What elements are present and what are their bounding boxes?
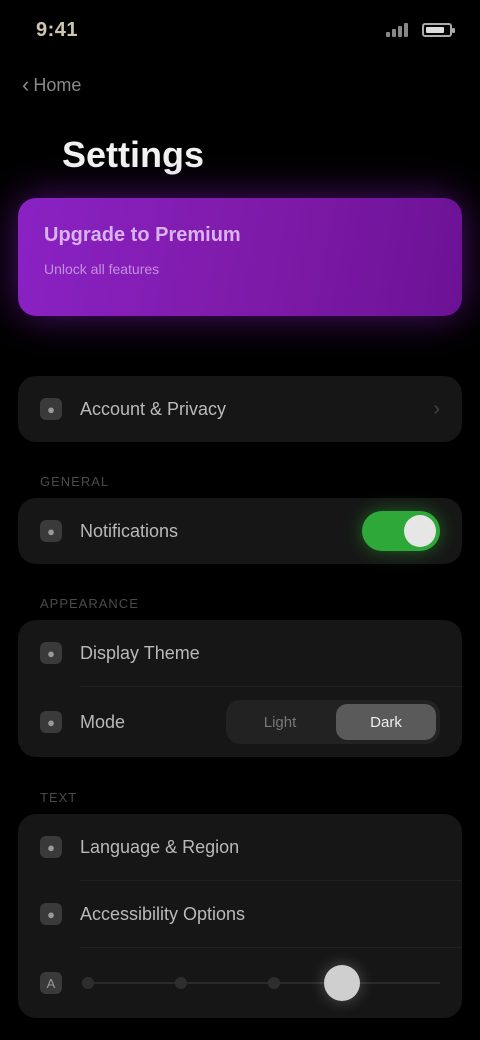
language-label: Language & Region: [80, 836, 240, 857]
back-label: Home: [33, 74, 82, 95]
chevron-right-icon: ›: [433, 397, 440, 420]
status-icons: [386, 23, 455, 37]
premium-banner[interactable]: Upgrade to Premium Unlock all features: [18, 198, 462, 316]
account-card: ● Account & Privacy ›: [18, 376, 462, 442]
slider-tick: [82, 977, 94, 989]
banner-subtitle: Unlock all features: [44, 261, 160, 277]
slider-line: [82, 982, 440, 984]
appearance-card: ● Display Theme ● Mode Light Dark: [18, 620, 462, 757]
mode-row: ● Mode Light Dark: [18, 687, 462, 757]
slider-tick: [268, 977, 281, 989]
globe-icon: ●: [40, 836, 62, 858]
text-card: ● Language & Region ● Accessibility Opti…: [18, 814, 462, 1018]
battery-icon: [422, 23, 455, 37]
page-title: Settings: [62, 134, 205, 175]
account-row[interactable]: ● Account & Privacy ›: [18, 376, 462, 442]
status-bar: 9:41: [0, 0, 480, 60]
mode-option-light[interactable]: Light: [230, 704, 330, 740]
notifications-row: ● Notifications: [18, 498, 462, 564]
text-section-header: Text: [40, 790, 78, 805]
chevron-left-icon: ‹: [22, 72, 30, 97]
signal-icon: [386, 23, 408, 37]
theme-label: Display Theme: [80, 642, 200, 663]
back-button[interactable]: ‹ Home: [22, 74, 81, 96]
text-size-small-icon: A: [40, 972, 62, 994]
accessibility-row[interactable]: ● Accessibility Options: [18, 881, 462, 947]
accessibility-label: Accessibility Options: [80, 903, 246, 924]
slider-thumb[interactable]: [324, 965, 360, 1001]
general-card: ● Notifications: [18, 498, 462, 564]
text-size-slider[interactable]: [82, 948, 440, 1018]
palette-icon: ●: [40, 642, 62, 664]
account-label: Account & Privacy: [80, 398, 227, 419]
banner-title: Upgrade to Premium: [44, 224, 241, 246]
notifications-toggle[interactable]: [362, 511, 440, 551]
theme-row[interactable]: ● Display Theme: [18, 620, 462, 686]
accessibility-icon: ●: [40, 903, 62, 925]
mode-segmented-control: Light Dark: [226, 700, 440, 744]
moon-icon: ●: [40, 711, 62, 733]
slider-tick: [175, 977, 188, 989]
toggle-knob: [404, 515, 436, 547]
mode-option-dark[interactable]: Dark: [336, 704, 436, 740]
appearance-section-header: Appearance: [40, 596, 139, 611]
person-icon: ●: [40, 398, 62, 420]
text-size-row: A: [18, 948, 462, 1018]
mode-label: Mode: [80, 711, 126, 732]
language-row[interactable]: ● Language & Region: [18, 814, 462, 880]
notifications-label: Notifications: [80, 520, 179, 541]
status-time: 9:41: [36, 18, 79, 41]
general-section-header: General: [40, 474, 110, 489]
bell-icon: ●: [40, 520, 62, 542]
settings-screen: 9:41 ‹ Home Settings Upgrade to Premium …: [0, 0, 480, 1040]
